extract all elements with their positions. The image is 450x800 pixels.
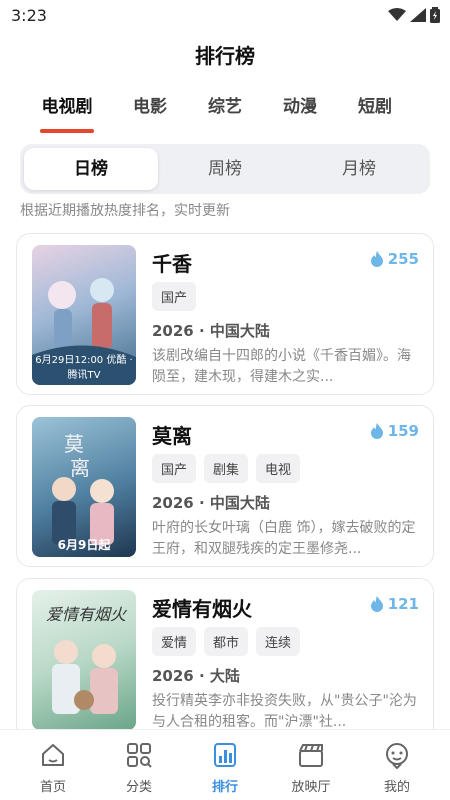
nav-label: 分类 <box>125 780 152 795</box>
clapperboard-icon <box>299 744 323 767</box>
period-daily[interactable]: 日榜 <box>24 148 158 190</box>
bottom-nav: 首页 分类 排行 放映厅 我的 <box>0 729 450 800</box>
item-meta: 2026 · 中国大陆 <box>152 494 270 512</box>
period-monthly[interactable]: 月榜 <box>292 148 426 190</box>
item-title: 爱情有烟火 <box>152 597 252 621</box>
signal-icon <box>410 8 426 22</box>
item-title: 千香 <box>152 252 192 276</box>
home-icon <box>42 744 64 766</box>
heat-score: 121 <box>370 595 419 613</box>
nav-label: 首页 <box>39 780 66 795</box>
wifi-icon <box>388 8 406 21</box>
poster-image: 6月29日12:00 优酷 · 腾讯TV <box>32 245 136 385</box>
battery-icon <box>430 7 440 23</box>
item-description: 该剧改编自十四郎的小说《千香百媚》。海陨至，建木现，得建木之实... <box>152 348 411 385</box>
tag[interactable]: 电视 <box>256 454 301 483</box>
nav-home[interactable]: 首页 <box>23 740 83 795</box>
poster-caption: 6月9日起 <box>57 538 111 552</box>
nav-theater[interactable]: 放映厅 <box>281 740 341 795</box>
tag[interactable]: 都市 <box>204 627 249 656</box>
item-description: 叶府的长女叶璃（白鹿 饰），嫁去破败的定王府，和双腿残疾的定王墨修尧... <box>152 520 416 557</box>
period-weekly[interactable]: 周榜 <box>158 148 292 190</box>
svg-text:爱情有烟火: 爱情有烟火 <box>46 605 128 624</box>
rank-card[interactable]: 6月29日12:00 优酷 · 腾讯TV 千香 255 国产 2026 · 中国… <box>16 233 434 395</box>
flame-icon <box>370 251 383 267</box>
svg-text:离: 离 <box>70 456 90 480</box>
item-description: 投行精英李亦非投资失败，从"贵公子"沦为与人合租的租客。而"沪漂"社... <box>152 693 417 730</box>
page-title: 排行榜 <box>195 44 255 68</box>
nav-label: 放映厅 <box>291 780 331 795</box>
heat-value: 255 <box>387 250 419 268</box>
item-title: 莫离 <box>152 424 192 448</box>
tab-variety[interactable]: 综艺 <box>190 92 260 117</box>
active-tab-indicator <box>40 129 94 133</box>
tag[interactable]: 国产 <box>152 282 197 311</box>
heat-score: 255 <box>370 250 419 268</box>
poster-image: 莫 离 6月9日起 <box>32 417 136 557</box>
tag-list: 国产 剧集 电视 <box>152 454 301 483</box>
nav-profile[interactable]: 我的 <box>367 740 427 795</box>
tag[interactable]: 连续 <box>256 627 301 656</box>
flame-icon <box>370 423 383 439</box>
status-time: 3:23 <box>11 6 47 25</box>
status-bar: 3:23 <box>0 0 450 32</box>
nav-label: 排行 <box>211 780 238 795</box>
svg-text:莫: 莫 <box>64 432 84 456</box>
category-icon <box>127 743 152 768</box>
tag[interactable]: 爱情 <box>152 627 197 656</box>
status-icons <box>388 7 440 23</box>
tag-list: 国产 <box>152 282 197 311</box>
rank-card[interactable]: 爱情有烟火 爱情有烟火 121 爱情 都市 连续 2026 · 大陆 投行精英李… <box>16 578 434 740</box>
rank-note: 根据近期播放热度排名，实时更新 <box>20 203 230 219</box>
item-meta: 2026 · 大陆 <box>152 667 240 685</box>
tag[interactable]: 剧集 <box>204 454 249 483</box>
heat-score: 159 <box>370 422 419 440</box>
tab-anime[interactable]: 动漫 <box>265 92 335 117</box>
nav-label: 我的 <box>383 780 410 795</box>
heat-value: 159 <box>387 422 419 440</box>
flame-icon <box>370 596 383 612</box>
poster-art: 爱情有烟火 <box>46 605 128 714</box>
period-selector: 日榜 周榜 月榜 <box>20 144 430 194</box>
nav-category[interactable]: 分类 <box>109 740 169 795</box>
nav-ranking[interactable]: 排行 <box>195 740 255 795</box>
item-meta: 2026 · 中国大陆 <box>152 322 270 340</box>
profile-icon <box>386 743 408 769</box>
ranking-icon <box>214 743 236 767</box>
heat-value: 121 <box>387 595 419 613</box>
tab-movies[interactable]: 电影 <box>115 92 185 117</box>
tag-list: 爱情 都市 连续 <box>152 627 301 656</box>
tab-tv-series[interactable]: 电视剧 <box>32 92 102 117</box>
poster-caption: 6月29日12:00 优酷 · 腾讯TV <box>35 355 133 381</box>
tag[interactable]: 国产 <box>152 454 197 483</box>
poster-image: 爱情有烟火 <box>32 590 136 730</box>
category-tabs: 电视剧 电影 综艺 动漫 短剧 <box>0 92 450 133</box>
rank-card[interactable]: 莫 离 6月9日起 莫离 159 国产 剧集 电视 2026 · 中国大陆 叶府… <box>16 405 434 567</box>
tab-short-drama[interactable]: 短剧 <box>340 92 410 117</box>
